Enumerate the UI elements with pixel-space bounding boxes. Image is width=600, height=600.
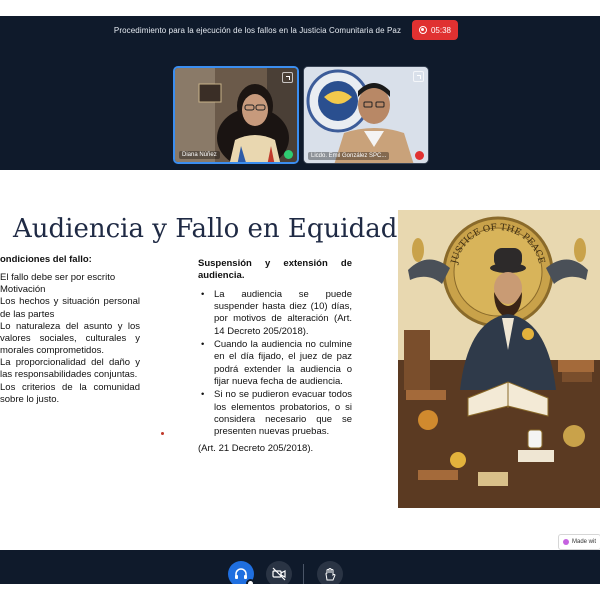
- recording-time: 05:38: [430, 25, 452, 35]
- list-item: La audiencia se puede suspender hasta di…: [198, 289, 352, 338]
- participant-tile-emil[interactable]: Licdo. Emil González SPC...: [303, 66, 429, 164]
- left-heading: ondiciones del fallo:: [0, 254, 92, 265]
- justice-illustration: JUSTICE OF THE PEACE: [398, 210, 600, 508]
- brand-icon: [563, 539, 569, 545]
- list-item: Los hechos y situación personal de las p…: [0, 296, 140, 320]
- participant-video-emil: [304, 67, 428, 163]
- suspension-column: Suspensión y extensión de audiencia. La …: [198, 258, 352, 455]
- raise-hand-icon: [325, 568, 336, 581]
- headset-icon: [235, 568, 247, 579]
- right-heading: Suspensión y extensión de audiencia.: [198, 258, 352, 282]
- shared-slide: Audiencia y Fallo en Equidad ondiciones …: [0, 170, 600, 550]
- made-with-badge[interactable]: Made wit: [558, 534, 600, 550]
- bottom-margin: [0, 584, 600, 600]
- made-with-label: Made wit: [572, 539, 597, 545]
- meeting-controls-bar: [0, 550, 600, 584]
- list-item: Cuando la audiencia no culmine en el día…: [198, 339, 352, 388]
- camera-off-icon: [272, 567, 286, 581]
- list-item: Si no se pudieron evacuar todos los elem…: [198, 389, 352, 438]
- cursor-dot: [161, 432, 164, 435]
- list-item: El fallo debe ser por escrito: [0, 272, 116, 284]
- suspension-list: La audiencia se puede suspender hasta di…: [198, 289, 352, 439]
- meeting-title-bar: Procedimiento para la ejecución de los f…: [0, 18, 600, 48]
- list-item: Lo naturaleza del asunto y los valores s…: [0, 320, 140, 357]
- list-item: Los criterios de la comunidad sobre lo j…: [0, 381, 140, 405]
- citation: (Art. 21 Decreto 205/2018).: [198, 442, 314, 454]
- expand-icon[interactable]: [413, 71, 424, 82]
- recording-indicator[interactable]: 05:38: [412, 20, 458, 40]
- expand-icon[interactable]: [282, 72, 293, 83]
- participant-tile-diana[interactable]: Diana Núñez: [173, 66, 299, 164]
- mic-active-icon: [284, 150, 293, 159]
- conditions-list: El fallo debe ser por escrito Motivación…: [0, 272, 140, 406]
- participant-name: Licdo. Emil González SPC...: [308, 152, 390, 160]
- record-icon: [418, 26, 427, 34]
- meeting-stage: Procedimiento para la ejecución de los f…: [0, 0, 600, 170]
- mic-muted-icon: [415, 151, 424, 160]
- slide-title: Audiencia y Fallo en Equidad: [13, 214, 398, 244]
- list-item: Motivación: [0, 284, 46, 296]
- participant-name: Diana Núñez: [179, 151, 220, 159]
- fallo-conditions-column: ondiciones del fallo: El fallo debe ser …: [0, 254, 140, 406]
- participant-video-diana: [175, 68, 297, 162]
- controls-divider: [303, 564, 304, 584]
- list-item: La proporcionalidad del daño y las respo…: [0, 357, 140, 381]
- top-margin: [0, 0, 600, 16]
